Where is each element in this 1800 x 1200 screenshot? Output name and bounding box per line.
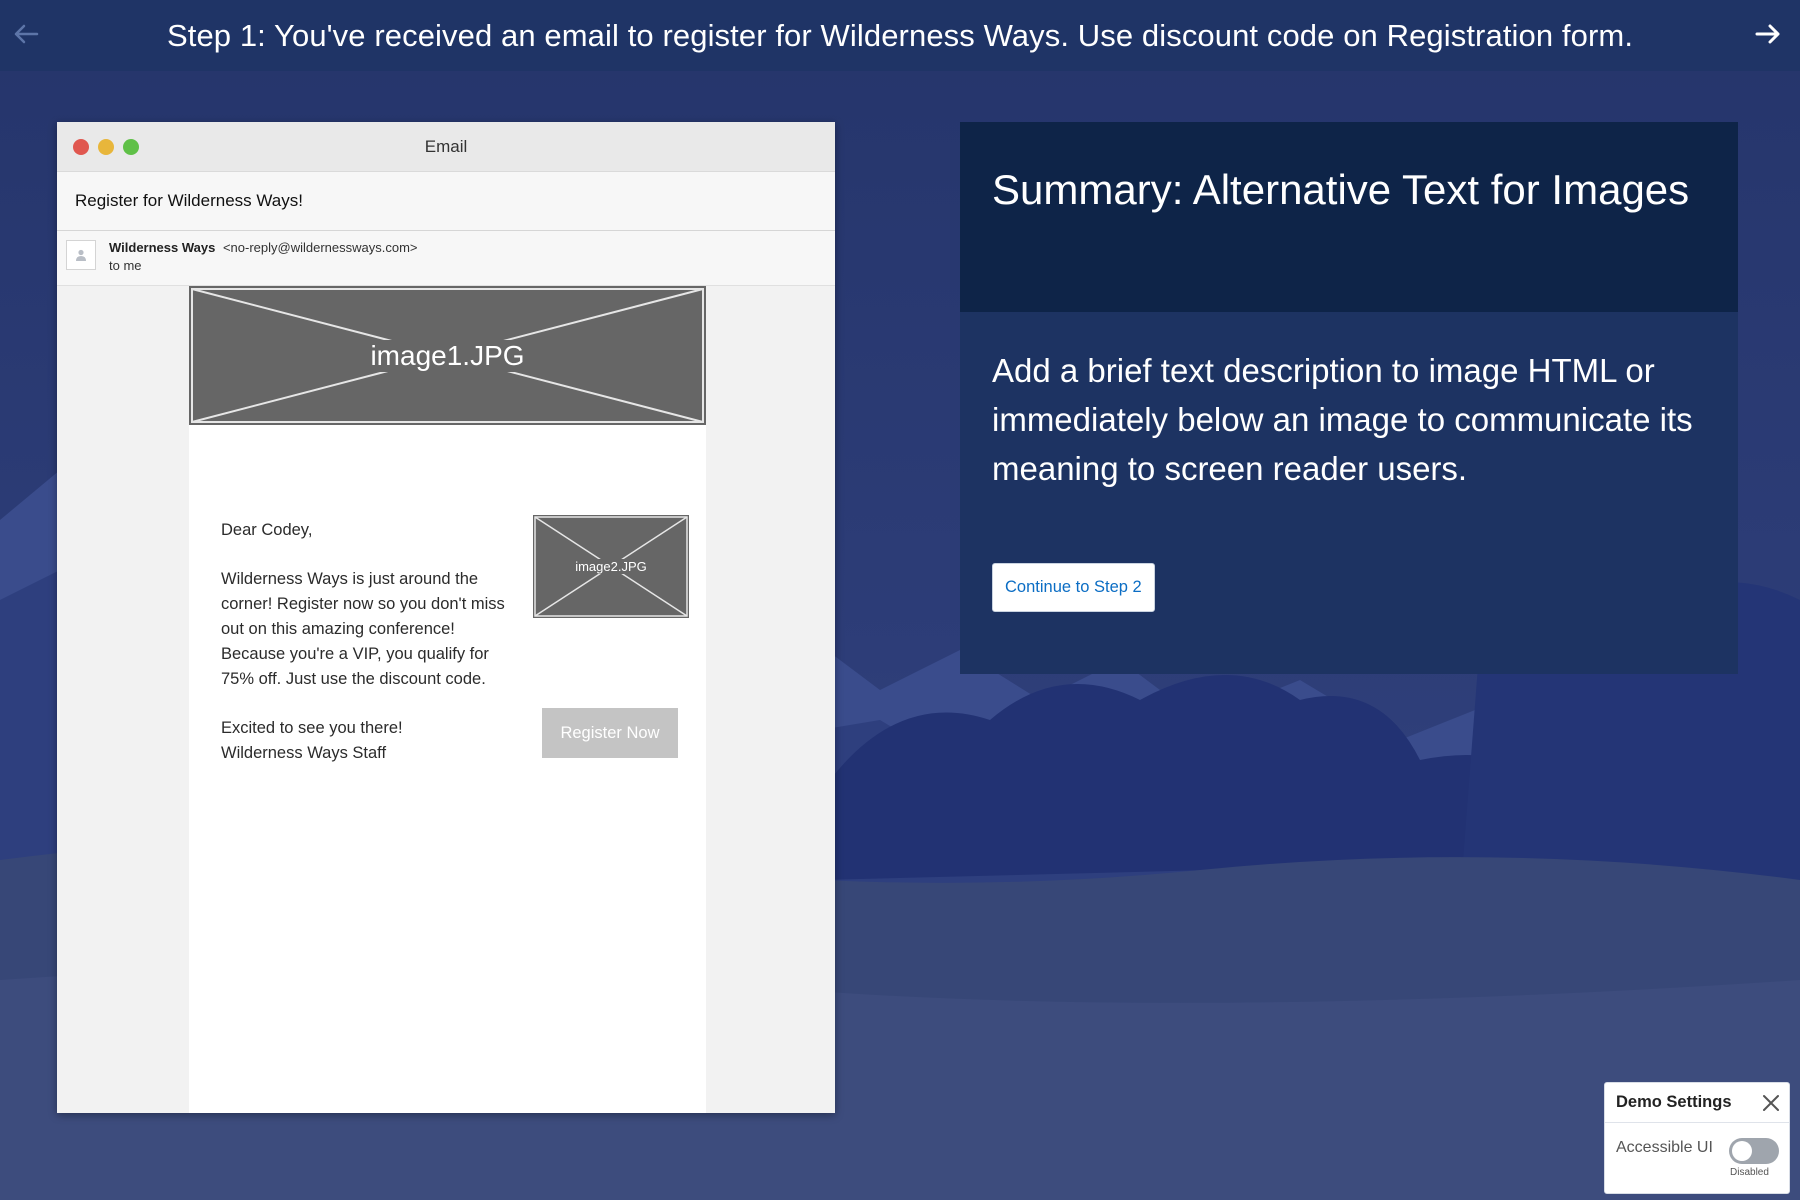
sender-name: Wilderness Ways bbox=[109, 240, 216, 255]
demo-settings-title: Demo Settings bbox=[1616, 1093, 1732, 1111]
register-now-button[interactable]: Register Now bbox=[542, 708, 678, 758]
summary-title: Summary: Alternative Text for Images bbox=[992, 166, 1690, 213]
accessible-ui-label: Accessible UI bbox=[1616, 1139, 1713, 1156]
step-instructions: Step 1: You've received an email to regi… bbox=[166, 17, 1634, 53]
email-signature: Wilderness Ways Staff bbox=[221, 744, 387, 762]
email-greeting: Dear Codey, bbox=[221, 521, 313, 539]
window-titlebar: Email bbox=[57, 122, 835, 172]
toggle-state-label: Disabled bbox=[1730, 1167, 1769, 1178]
image2-filename: image2.JPG bbox=[569, 559, 653, 574]
summary-header: Summary: Alternative Text for Images bbox=[960, 122, 1738, 312]
close-window-button[interactable] bbox=[73, 139, 89, 155]
previous-step-button[interactable] bbox=[6, 14, 46, 54]
continue-to-step-2-button[interactable]: Continue to Step 2 bbox=[992, 563, 1155, 612]
minimize-window-button[interactable] bbox=[98, 139, 114, 155]
arrow-right-icon bbox=[1755, 24, 1780, 44]
sender-email: <no-reply@wildernessways.com> bbox=[222, 240, 418, 255]
arrow-left-icon bbox=[14, 24, 39, 44]
window-title: Email bbox=[424, 136, 468, 156]
email-paragraph: Wilderness Ways is just around the corne… bbox=[221, 570, 505, 688]
step-header-bar: Step 1: You've received an email to regi… bbox=[0, 0, 1800, 71]
maximize-window-button[interactable] bbox=[123, 139, 139, 155]
person-icon bbox=[76, 249, 86, 261]
email-subject-row: Register for Wilderness Ways! bbox=[57, 172, 835, 231]
summary-body: Add a brief text description to image HT… bbox=[960, 312, 1738, 612]
toggle-knob bbox=[1732, 1141, 1752, 1161]
summary-text: Add a brief text description to image HT… bbox=[992, 352, 1693, 487]
sender-avatar bbox=[66, 240, 96, 270]
email-subject: Register for Wilderness Ways! bbox=[75, 191, 303, 210]
close-icon[interactable] bbox=[1761, 1093, 1781, 1113]
image1-filename: image1.JPG bbox=[364, 339, 531, 372]
broken-image-2: image2.JPG bbox=[533, 515, 689, 618]
window-controls bbox=[73, 139, 139, 155]
email-window: Email Register for Wilderness Ways! Wild… bbox=[57, 122, 835, 1113]
email-sender-row: Wilderness Ways <no-reply@wildernessways… bbox=[57, 231, 835, 286]
email-letter: Dear Codey, Wilderness Ways is just arou… bbox=[221, 518, 511, 766]
broken-image-1: image1.JPG bbox=[189, 286, 706, 425]
demo-settings-panel: Demo Settings Accessible UI Disabled bbox=[1604, 1082, 1790, 1194]
demo-settings-header: Demo Settings bbox=[1605, 1083, 1789, 1123]
email-signoff: Excited to see you there! bbox=[221, 719, 403, 737]
accessible-ui-setting: Accessible UI Disabled bbox=[1605, 1123, 1789, 1193]
summary-panel: Summary: Alternative Text for Images Add… bbox=[960, 122, 1738, 674]
next-step-button[interactable] bbox=[1748, 14, 1788, 54]
accessible-ui-toggle[interactable] bbox=[1729, 1138, 1779, 1164]
email-body: image1.JPG image2.JPG Dear Codey, Wilder… bbox=[189, 286, 706, 1113]
recipient-line: to me bbox=[109, 258, 142, 273]
